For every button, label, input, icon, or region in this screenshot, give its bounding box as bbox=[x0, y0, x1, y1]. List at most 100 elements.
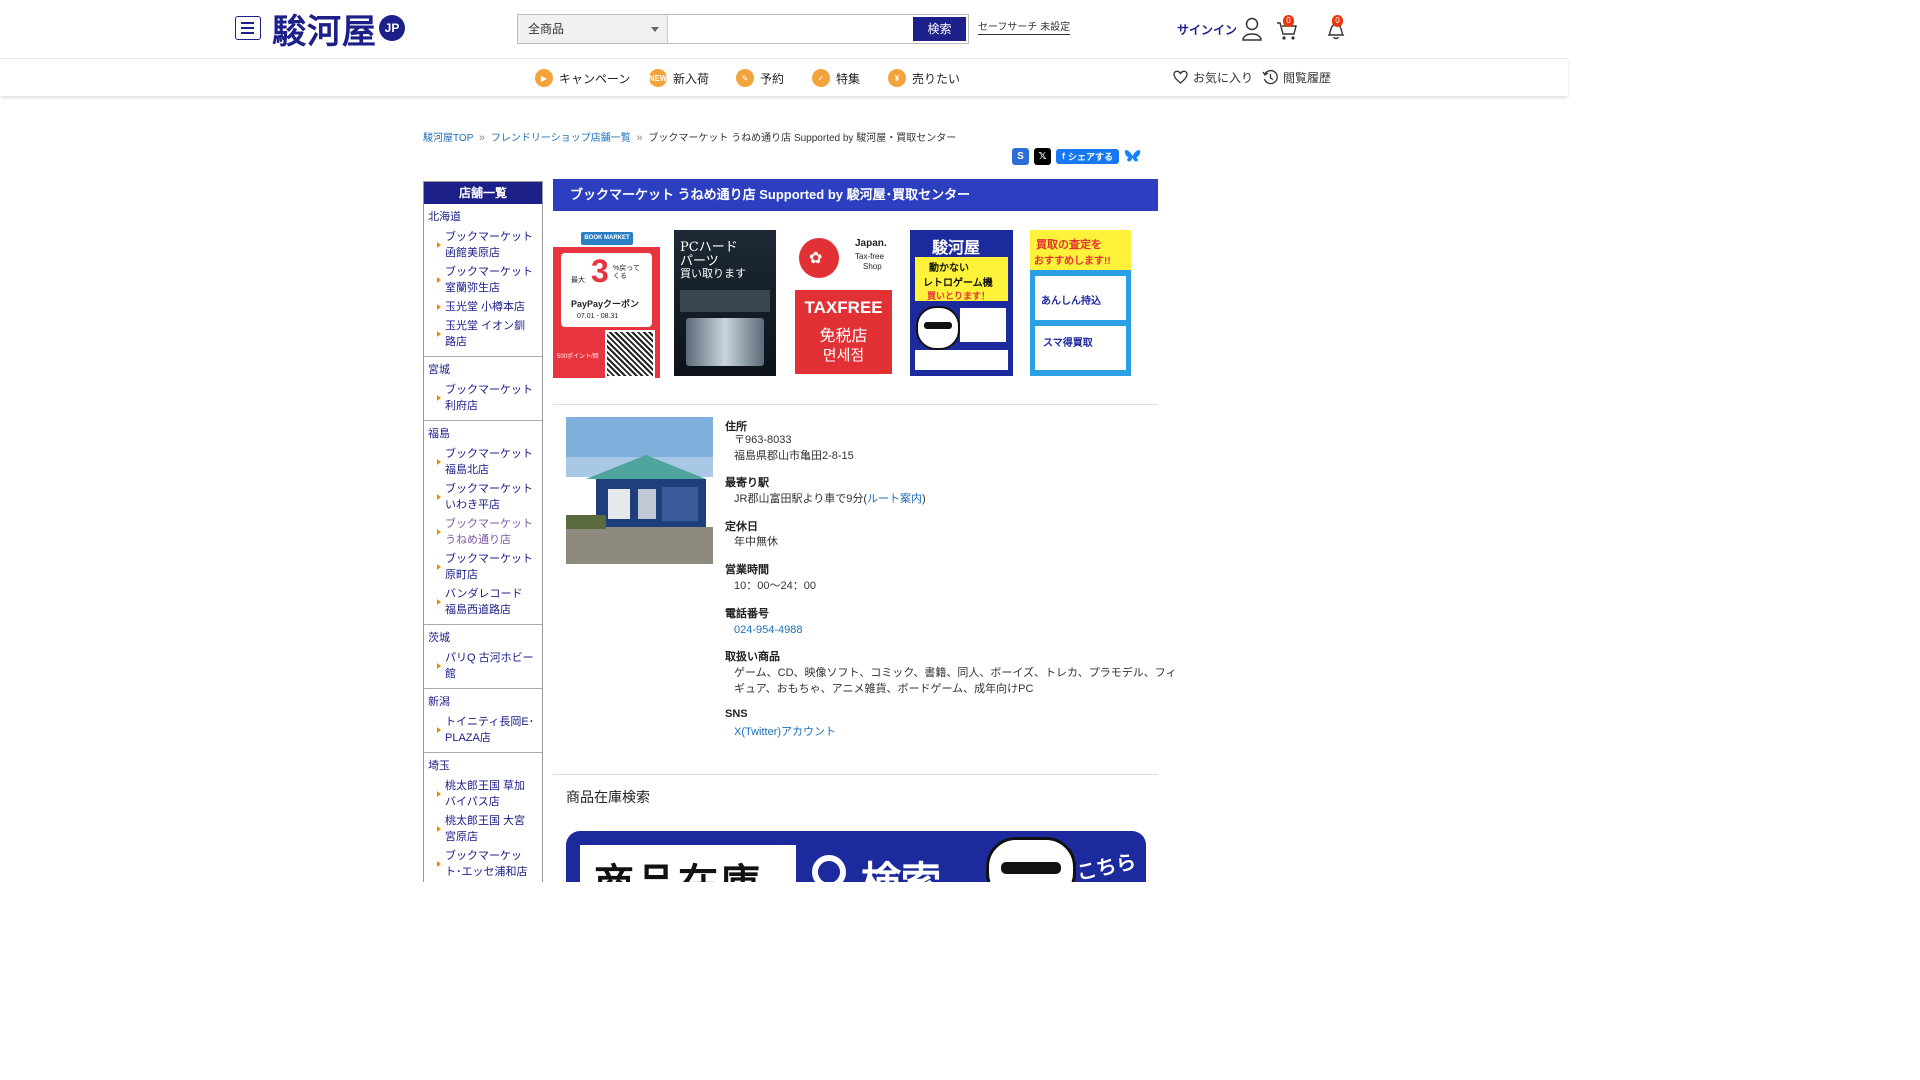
smart-l1: 買取 bbox=[1036, 239, 1058, 251]
search-button[interactable]: 検索 bbox=[913, 17, 966, 41]
smart-panel-2: スマ得買取 bbox=[1035, 326, 1126, 370]
region-miyagi: 宮城 ブックマーケット 利府店 bbox=[424, 357, 542, 421]
route-guide-link[interactable]: ルート案内 bbox=[867, 493, 922, 505]
hamburger-menu-button[interactable] bbox=[235, 16, 261, 40]
sidebar-shop-link[interactable]: 玉光堂 イオン釧路店 bbox=[437, 318, 536, 350]
sidebar-shop-link[interactable]: 玉光堂 小樽本店 bbox=[437, 299, 536, 315]
region-label: 埼玉 bbox=[428, 760, 450, 772]
cart-button[interactable]: 0 bbox=[1276, 15, 1298, 41]
sidebar-shop-link[interactable]: 桃太郎王国 草加バイパス店 bbox=[437, 778, 536, 810]
nav-sell-label: 売りたい bbox=[912, 71, 961, 86]
smart-panel-1: あんしん持込 bbox=[1035, 276, 1126, 320]
notification-button[interactable]: 0 bbox=[1325, 15, 1347, 41]
safe-search-link[interactable]: セーフサーチ 未設定 bbox=[978, 22, 1071, 35]
region-label: 北海道 bbox=[428, 211, 461, 223]
region-hokkaido: 北海道 ブックマーケット 函館美原店 ブックマーケット 室蘭弥生店 玉光堂 小樽… bbox=[424, 204, 542, 357]
sidebar-shop-link[interactable]: ブックマーケット 福島北店 bbox=[437, 446, 536, 478]
breadcrumb-current: ブックマーケット うねめ通り店 Supported by 駿河屋・買取センター bbox=[648, 133, 957, 144]
retro-yellow-panel: 動かない レトロゲーム機 買いとります！ bbox=[915, 257, 1008, 301]
region-label: 福島 bbox=[428, 428, 450, 440]
favorites-link[interactable]: お気に入り bbox=[1172, 68, 1253, 86]
store-list-sidebar: 店舗一覧 北海道 ブックマーケット 函館美原店 ブックマーケット 室蘭弥生店 玉… bbox=[423, 181, 543, 882]
site-logo[interactable]: 駿河屋 JP bbox=[272, 9, 405, 52]
nav-reservation[interactable]: ✎ 予約 bbox=[736, 68, 784, 88]
coupon-card: 最大 3 %戻ってくる PayPayクーポン 07.01 - 08.31 bbox=[561, 253, 652, 327]
store-title: ブックマーケット うねめ通り店 Supported by 駿河屋･買取センター bbox=[553, 179, 1158, 211]
retro-game-banner[interactable]: 駿河屋 動かない レトロゲーム機 買いとります！ bbox=[910, 230, 1013, 376]
nav-feature-label: 特集 bbox=[836, 71, 861, 86]
coupon-dates: 07.01 - 08.31 bbox=[577, 313, 619, 320]
nav-sell[interactable]: ¥ 売りたい bbox=[888, 68, 960, 88]
category-select[interactable]: 全商品 bbox=[518, 15, 668, 43]
sidebar-shop-link-current[interactable]: ブックマーケット うねめ通り店 bbox=[437, 516, 536, 548]
smart-l2: の査定を bbox=[1058, 239, 1102, 251]
stock-text-panel: 商品在庫 bbox=[580, 845, 796, 882]
heart-icon bbox=[1173, 70, 1188, 84]
station-label: 最寄り駅 bbox=[725, 477, 769, 489]
breadcrumb-top-link[interactable]: 駿河屋TOP bbox=[423, 133, 473, 144]
nav-reservation-label: 予約 bbox=[760, 71, 785, 86]
store-photo bbox=[566, 417, 713, 564]
x-share-icon[interactable]: 𝕏 bbox=[1034, 147, 1051, 165]
sidebar-shop-link[interactable]: ブックマーケット 利府店 bbox=[437, 382, 536, 414]
search-input[interactable] bbox=[670, 17, 914, 43]
retro-line2: レトロゲーム機 bbox=[923, 278, 993, 289]
products-label: 取扱い商品 bbox=[725, 651, 780, 663]
stock-search-heading: 商品在庫検索 bbox=[566, 789, 650, 805]
nav-new-arrivals[interactable]: NEW 新入荷 bbox=[649, 68, 709, 88]
category-select-value: 全商品 bbox=[528, 22, 565, 36]
smart-l4: あんしん持込 bbox=[1041, 296, 1101, 307]
sidebar-title: 店舗一覧 bbox=[424, 182, 542, 204]
products-line1: ゲーム、CD、映像ソフト、コミック、書籍、同人、ボーイズ、トレカ、プラモデル、フ… bbox=[734, 667, 1177, 679]
double-chevron-right-icon: » bbox=[478, 132, 486, 144]
hours-value: 10：00〜24：00 bbox=[734, 580, 816, 592]
sidebar-shop-link[interactable]: ブックマーケット 函館美原店 bbox=[437, 229, 536, 261]
bluesky-share-icon[interactable] bbox=[1124, 147, 1142, 165]
nav-campaign[interactable]: ▶ キャンペーン bbox=[535, 68, 630, 88]
smart-l3: おすすめします!! bbox=[1034, 256, 1111, 267]
coupon-max-text: 最大 bbox=[571, 277, 585, 284]
pc-parts-banner[interactable]: PCハード パーツ 買い取ります bbox=[674, 230, 776, 376]
postal-code: 〒963-8033 bbox=[734, 434, 792, 446]
pc-info-panel bbox=[680, 290, 770, 312]
signin-label: サインイン bbox=[1177, 22, 1238, 37]
sidebar-shop-link[interactable]: ブックマーケット原町店 bbox=[437, 551, 536, 583]
notification-count-badge: 0 bbox=[1332, 15, 1343, 27]
region-saitama: 埼玉 桃太郎王国 草加バイパス店 桃太郎王国 大宮宮原店 ブックマーケット･エッ… bbox=[424, 753, 542, 882]
sidebar-shop-link[interactable]: バンダレコード 福島西道路店 bbox=[437, 586, 536, 618]
surugaya-share-icon[interactable]: S bbox=[1012, 147, 1029, 165]
stock-search-banner[interactable]: 商品在庫 検索 こちら bbox=[566, 831, 1146, 882]
sidebar-shop-link[interactable]: ブックマーケット 室蘭弥生店 bbox=[437, 264, 536, 296]
taxfree-sub2: Shop bbox=[863, 262, 882, 271]
chevron-down-icon bbox=[651, 27, 659, 32]
phone-link[interactable]: 024-954-4988 bbox=[734, 622, 803, 638]
sidebar-shop-link[interactable]: ブックマーケット･エッセ浦和店 bbox=[437, 848, 536, 880]
breadcrumb-shop-list-link[interactable]: フレンドリーショップ店舗一覧 bbox=[491, 133, 631, 144]
sidebar-shop-link[interactable]: トイニティ長岡E･PLAZA店 bbox=[437, 714, 536, 746]
nav-feature[interactable]: ✓ 特集 bbox=[812, 68, 860, 88]
facebook-share-button[interactable]: f シェアする bbox=[1056, 148, 1120, 164]
breadcrumb: 駿河屋TOP » フレンドリーショップ店舗一覧 » ブックマーケット うねめ通り… bbox=[423, 129, 956, 144]
smart-heading-line: 買取の査定を bbox=[1030, 230, 1131, 252]
sidebar-shop-link[interactable]: 桃太郎王国 大宮宮原店 bbox=[437, 813, 536, 845]
taxfree-sub1: Tax-free bbox=[855, 252, 884, 261]
holiday-label: 定休日 bbox=[725, 521, 758, 533]
coupon-body: 最大 3 %戻ってくる PayPayクーポン 07.01 - 08.31 500… bbox=[553, 247, 660, 378]
cat-mascot-image bbox=[986, 837, 1076, 882]
stock-banner-text: 商品在庫 bbox=[594, 851, 762, 882]
sidebar-shop-link[interactable]: ブックマーケット いわき平店 bbox=[437, 481, 536, 513]
cart-count-badge: 0 bbox=[1283, 15, 1294, 27]
phone-label: 電話番号 bbox=[725, 608, 769, 620]
taxfree-banner[interactable]: ✿ Japan. Tax-free Shop TAXFREE 免税店 면세점 bbox=[795, 230, 892, 374]
paypay-coupon-banner[interactable]: BOOK MARKET 最大 3 %戻ってくる PayPayクーポン 07.01… bbox=[553, 230, 660, 378]
region-niigata: 新潟 トイニティ長岡E･PLAZA店 bbox=[424, 689, 542, 753]
twitter-account-link[interactable]: X(Twitter)アカウント bbox=[734, 724, 836, 740]
megaphone-icon: ▶ bbox=[535, 69, 553, 87]
sidebar-shop-link[interactable]: パリQ 古河ホビー館 bbox=[437, 650, 536, 682]
coupon-return-text: %戻ってくる bbox=[613, 265, 640, 280]
history-link[interactable]: 閲覧履歴 bbox=[1262, 68, 1331, 86]
pc-line3: 買い取ります bbox=[680, 267, 746, 280]
signin-button[interactable]: サインイン bbox=[1177, 16, 1263, 42]
smart-buy-banner[interactable]: 買取の査定を おすすめします!! あんしん持込 スマ得買取 bbox=[1030, 230, 1131, 376]
retro-info-panel bbox=[960, 308, 1006, 342]
